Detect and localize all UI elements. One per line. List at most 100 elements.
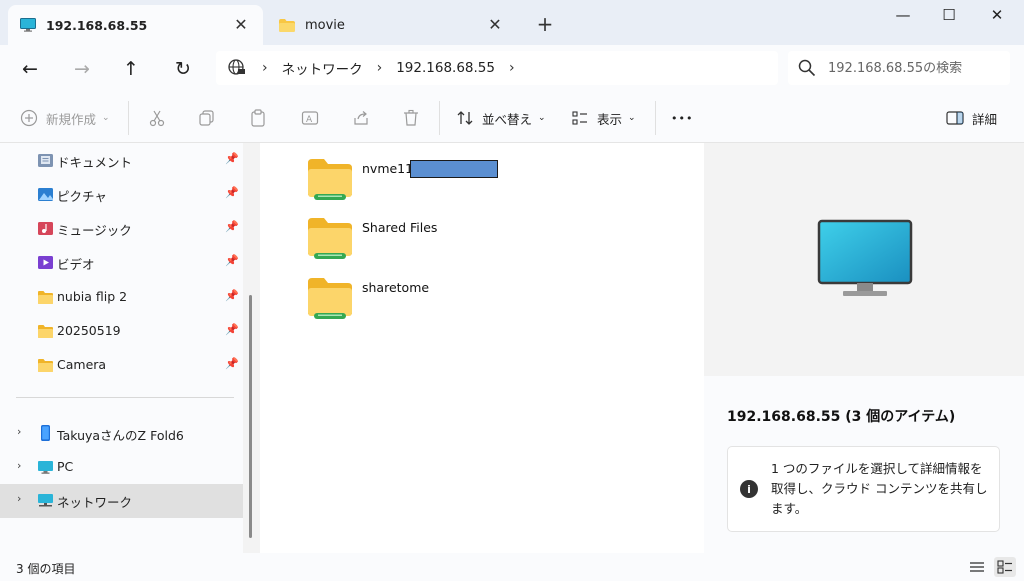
sidebar-item-z-fold6[interactable]: › TakuyaさんのZ Fold6 bbox=[0, 417, 243, 449]
breadcrumb-network[interactable]: ネットワーク bbox=[282, 58, 363, 78]
view-label: 表示 bbox=[597, 111, 623, 127]
copy-icon bbox=[196, 107, 218, 129]
pin-icon[interactable]: 📌 bbox=[225, 152, 239, 165]
search-input[interactable] bbox=[828, 60, 998, 76]
share-button[interactable] bbox=[350, 105, 372, 131]
close-window-button[interactable]: ✕ bbox=[974, 0, 1020, 30]
new-button[interactable]: 新規作成 ⌄ bbox=[20, 105, 110, 131]
pin-icon[interactable]: 📌 bbox=[225, 323, 239, 336]
pin-icon[interactable]: 📌 bbox=[225, 186, 239, 199]
copy-button[interactable] bbox=[196, 105, 218, 131]
info-icon: i bbox=[740, 480, 758, 498]
music-icon bbox=[38, 222, 53, 235]
pc-icon bbox=[38, 461, 53, 474]
share-icon bbox=[350, 107, 372, 129]
sidebar-item-20250519[interactable]: 20250519 📌 bbox=[0, 315, 243, 347]
folder-name: Shared Files bbox=[362, 220, 438, 235]
cut-icon bbox=[146, 107, 168, 129]
tab-192-168-68-55[interactable]: 192.168.68.55 ✕ bbox=[8, 5, 263, 45]
sidebar-item-camera[interactable]: Camera 📌 bbox=[0, 349, 243, 381]
close-tab-icon[interactable]: ✕ bbox=[487, 15, 503, 34]
tab-label: movie bbox=[305, 17, 345, 33]
sidebar-item-label: 20250519 bbox=[57, 323, 121, 338]
chevron-right-icon[interactable]: › bbox=[17, 492, 21, 505]
maximize-button[interactable]: ☐ bbox=[926, 0, 972, 30]
back-button[interactable]: ← bbox=[16, 55, 44, 83]
pin-icon[interactable]: 📌 bbox=[225, 220, 239, 233]
sidebar-item-nubia-flip-2[interactable]: nubia flip 2 📌 bbox=[0, 281, 243, 313]
folder-icon bbox=[279, 18, 295, 32]
sidebar-item-network[interactable]: › ネットワーク bbox=[0, 484, 243, 518]
refresh-button[interactable]: ↻ bbox=[169, 55, 197, 83]
sidebar-item-pictures[interactable]: ピクチャ 📌 bbox=[0, 178, 243, 210]
documents-icon bbox=[38, 154, 53, 167]
toolbar-divider bbox=[655, 101, 656, 135]
pin-icon[interactable]: 📌 bbox=[225, 289, 239, 302]
view-button[interactable]: 表示 ⌄ bbox=[571, 105, 636, 131]
sidebar-item-music[interactable]: ミュージック 📌 bbox=[0, 212, 243, 244]
shared-folder-icon bbox=[308, 278, 352, 319]
minimize-button[interactable]: — bbox=[880, 0, 926, 30]
trash-icon bbox=[400, 107, 422, 129]
details-pane-icon bbox=[946, 111, 964, 125]
folder-item-shared-files[interactable]: Shared Files bbox=[306, 216, 446, 270]
tab-label: 192.168.68.55 bbox=[46, 17, 148, 33]
chevron-down-icon: ⌄ bbox=[102, 113, 110, 123]
sidebar-scrollbar[interactable] bbox=[249, 295, 252, 538]
tiles-view-icon bbox=[997, 560, 1012, 574]
list-view-icon bbox=[970, 562, 984, 572]
network-globe-icon bbox=[228, 59, 245, 75]
address-bar[interactable]: › ネットワーク › 192.168.68.55 › bbox=[216, 51, 778, 85]
minimize-icon: — bbox=[895, 6, 911, 24]
folder-icon bbox=[38, 325, 53, 338]
details-title: 192.168.68.55 (3 個のアイテム) bbox=[727, 409, 956, 425]
pin-icon[interactable]: 📌 bbox=[225, 357, 239, 370]
toolbar-divider bbox=[128, 101, 129, 135]
breadcrumb-chevron-icon[interactable]: › bbox=[509, 60, 515, 76]
sort-button[interactable]: 並べ替え ⌄ bbox=[456, 105, 546, 131]
monitor-icon bbox=[20, 18, 36, 32]
svg-text:A: A bbox=[306, 115, 313, 125]
sidebar-item-pc[interactable]: › PC bbox=[0, 451, 243, 483]
chevron-right-icon[interactable]: › bbox=[17, 459, 21, 472]
breadcrumb-chevron-icon[interactable]: › bbox=[377, 60, 383, 76]
search-box[interactable] bbox=[788, 51, 1010, 85]
rename-button[interactable]: A bbox=[299, 105, 321, 131]
sidebar-divider bbox=[16, 397, 234, 398]
new-tab-button[interactable]: + bbox=[534, 12, 556, 36]
videos-icon bbox=[38, 256, 53, 269]
arrow-right-icon: → bbox=[74, 58, 90, 80]
close-icon: ✕ bbox=[990, 6, 1004, 24]
up-button[interactable]: ↑ bbox=[117, 55, 145, 83]
details-label: 詳細 bbox=[972, 111, 998, 127]
arrow-left-icon: ← bbox=[22, 58, 38, 80]
pin-icon[interactable]: 📌 bbox=[225, 254, 239, 267]
tiles-view-button[interactable] bbox=[994, 557, 1016, 577]
breadcrumb-host[interactable]: 192.168.68.55 bbox=[396, 60, 495, 76]
shared-folder-icon bbox=[308, 218, 352, 259]
details-info-box: i 1 つのファイルを選択して詳細情報を取得し、クラウド コンテンツを共有します… bbox=[727, 446, 1000, 532]
folder-item-sharetome[interactable]: sharetome bbox=[306, 276, 446, 330]
details-pane-button[interactable]: 詳細 bbox=[946, 105, 997, 131]
paste-button[interactable] bbox=[247, 105, 269, 131]
shared-folder-icon bbox=[308, 159, 352, 200]
chevron-right-icon[interactable]: › bbox=[17, 425, 21, 438]
forward-button[interactable]: → bbox=[68, 55, 96, 83]
details-view-button[interactable] bbox=[966, 557, 988, 577]
breadcrumb-chevron-icon[interactable]: › bbox=[262, 60, 268, 76]
maximize-icon: ☐ bbox=[942, 6, 956, 24]
sidebar-item-documents[interactable]: ドキュメント 📌 bbox=[0, 144, 243, 176]
pictures-icon bbox=[38, 188, 53, 201]
new-label: 新規作成 bbox=[46, 111, 97, 127]
sort-label: 並べ替え bbox=[482, 111, 533, 127]
close-tab-icon[interactable]: ✕ bbox=[233, 15, 249, 34]
delete-button[interactable] bbox=[400, 105, 422, 131]
tab-movie[interactable]: movie ✕ bbox=[267, 5, 517, 45]
sidebar-item-videos[interactable]: ビデオ 📌 bbox=[0, 246, 243, 278]
address-row: ← → ↑ ↻ › ネットワーク › 192.168.68.55 › bbox=[0, 45, 1024, 93]
chevron-down-icon: ⌄ bbox=[628, 113, 636, 123]
toolbar-divider bbox=[439, 101, 440, 135]
cut-button[interactable] bbox=[146, 105, 168, 131]
folder-item-nvme11[interactable]: nvme11- bbox=[306, 157, 498, 211]
more-options-button[interactable]: ••• bbox=[671, 105, 693, 131]
